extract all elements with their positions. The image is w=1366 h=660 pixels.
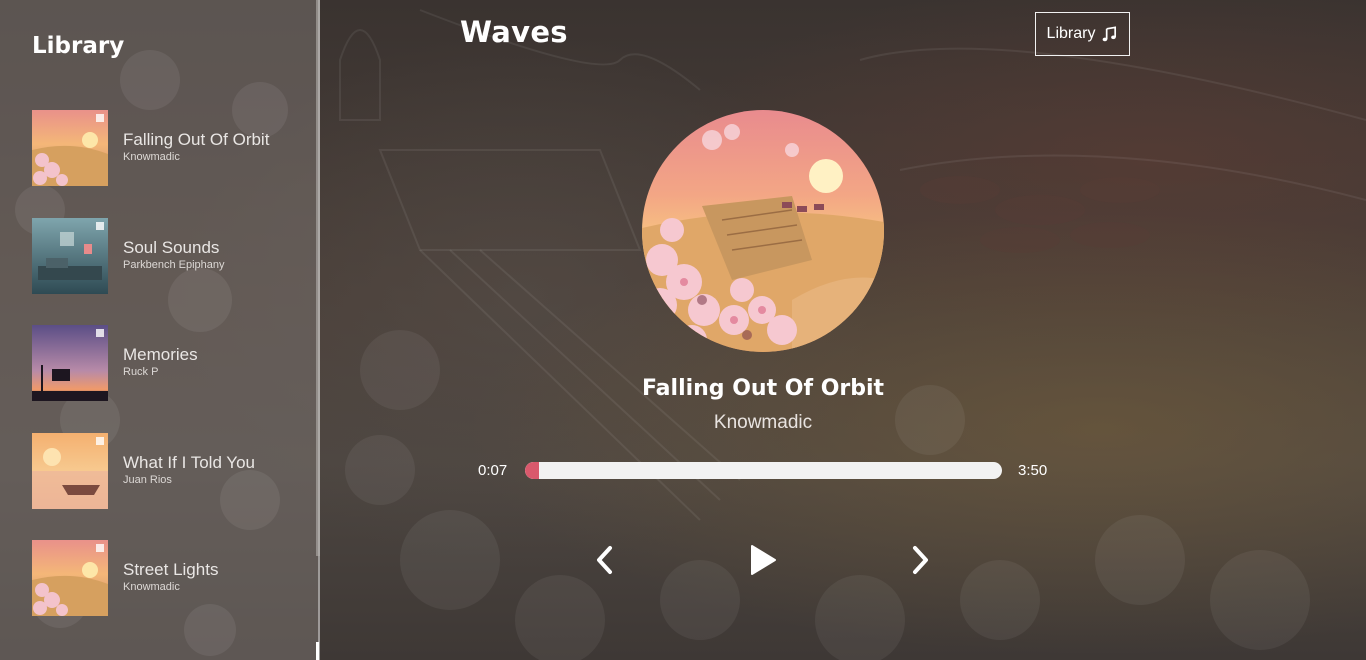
- song-item-falling-out-of-orbit[interactable]: Falling Out Of Orbit Knowmadic: [32, 110, 302, 186]
- song-name: Falling Out Of Orbit: [123, 130, 270, 149]
- sidebar-scrollbar[interactable]: [316, 0, 320, 556]
- song-item-soul-sounds[interactable]: Soul Sounds Parkbench Epiphany: [32, 218, 302, 294]
- app-title: Waves: [460, 15, 568, 49]
- progress-slider[interactable]: [525, 462, 1002, 479]
- song-name: What If I Told You: [123, 453, 255, 472]
- song-item-what-if-i-told-you[interactable]: What If I Told You Juan Rios: [32, 433, 302, 509]
- sidebar-scroll-thumb[interactable]: [316, 642, 319, 660]
- next-track-button[interactable]: [900, 540, 940, 580]
- song-name: Memories: [123, 345, 198, 364]
- song-item-memories[interactable]: Memories Ruck P: [32, 325, 302, 401]
- song-artist: Knowmadic: [123, 581, 180, 593]
- play-button[interactable]: [743, 540, 783, 580]
- library-toggle-button[interactable]: Library: [1035, 12, 1130, 56]
- album-cover: [642, 110, 884, 352]
- song-artist: Parkbench Epiphany: [123, 259, 225, 271]
- song-cover: [32, 325, 108, 401]
- previous-track-button[interactable]: [585, 540, 625, 580]
- song-artist: Knowmadic: [123, 151, 180, 163]
- song-cover: [32, 540, 108, 616]
- total-time: 3:50: [1018, 462, 1048, 479]
- chevron-right-icon: [913, 546, 928, 574]
- song-name: Soul Sounds: [123, 238, 220, 257]
- song-cover: [32, 218, 108, 294]
- song-name: Street Lights: [123, 560, 219, 579]
- music-note-icon: [1103, 25, 1117, 41]
- chevron-left-icon: [597, 546, 612, 574]
- song-cover: [32, 110, 108, 186]
- song-item-street-lights[interactable]: Street Lights Knowmadic: [32, 540, 302, 616]
- library-button-label: Library: [1046, 25, 1096, 42]
- progress-fill: [525, 462, 540, 479]
- current-time: 0:07: [478, 462, 508, 479]
- track-title: Falling Out Of Orbit: [641, 376, 885, 401]
- library-sidebar: Library Falling Out Of Orbit Knowmadic S…: [0, 0, 320, 660]
- track-artist: Knowmadic: [713, 412, 813, 433]
- song-cover: [32, 433, 108, 509]
- play-icon: [751, 545, 776, 575]
- song-artist: Juan Rios: [123, 474, 172, 486]
- sidebar-title: Library: [32, 33, 125, 59]
- song-artist: Ruck P: [123, 366, 159, 378]
